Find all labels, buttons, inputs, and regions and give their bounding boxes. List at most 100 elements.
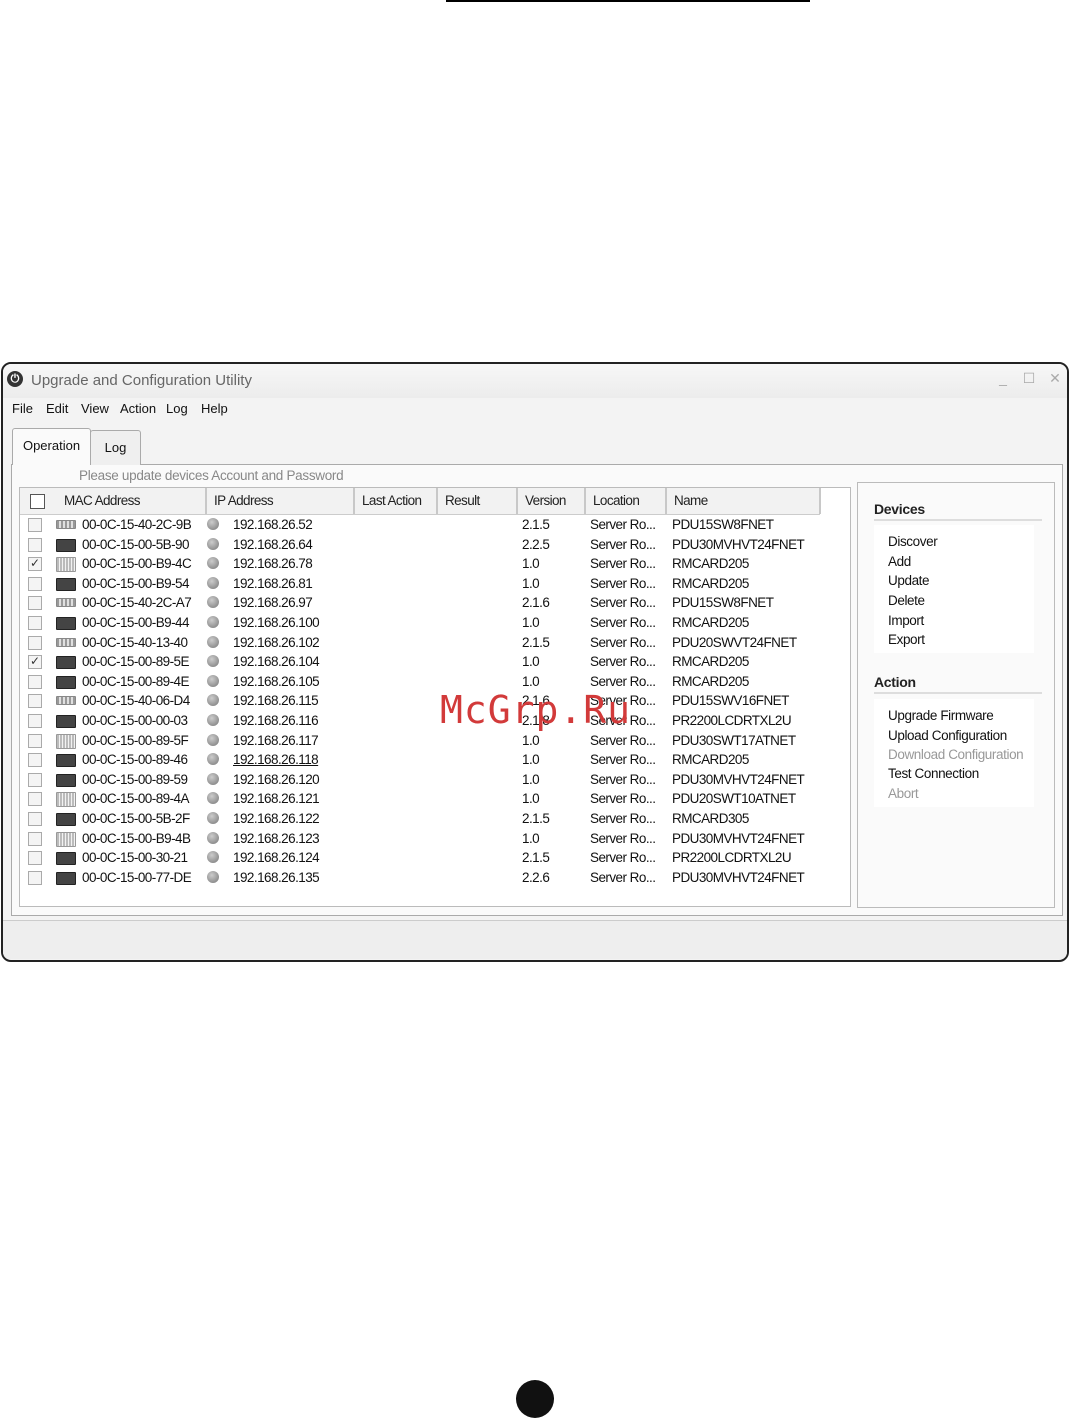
title-bar[interactable]: ⏻ Upgrade and Configuration Utility _ ☐ … xyxy=(3,364,1067,398)
row-checkbox[interactable] xyxy=(28,792,42,807)
export-link[interactable]: Export xyxy=(888,632,925,647)
name-cell: PDU30MVHVT24FNET xyxy=(672,536,805,552)
table-row[interactable]: 00-0C-15-40-13-40 192.168.26.102 2.1.5 Serv… xyxy=(20,634,850,654)
table-row[interactable]: 00-0C-15-40-2C-9B 192.168.26.52 2.1.5 Serve… xyxy=(20,516,850,536)
version-cell: 1.0 xyxy=(522,752,540,768)
name-cell: RMCARD205 xyxy=(672,615,749,630)
menu-edit[interactable]: Edit xyxy=(46,401,68,416)
row-checkbox[interactable] xyxy=(28,812,42,826)
table-row[interactable]: 00-0C-15-00-89-5F 192.168.26.117 1.0 Server… xyxy=(20,732,850,752)
row-checkbox[interactable] xyxy=(28,616,42,630)
col-version[interactable]: Version xyxy=(518,488,586,514)
row-checkbox[interactable] xyxy=(28,870,42,885)
maximize-icon[interactable]: ☐ xyxy=(1019,370,1039,387)
name-cell: PDU30MVHVT24FNET xyxy=(672,869,805,885)
col-location[interactable]: Location xyxy=(586,488,667,514)
tab-log[interactable]: Log xyxy=(90,430,141,465)
table-row[interactable]: 00-0C-15-00-00-03 192.168.26.116 2.1.8 Serv… xyxy=(20,712,850,732)
row-checkbox[interactable] xyxy=(28,635,42,650)
device-table: MAC Address IP Address Last Action Resul… xyxy=(19,487,851,907)
table-row[interactable]: 00-0C-15-00-89-46 192.168.26.118 1.0 Server… xyxy=(20,751,850,771)
row-checkbox[interactable] xyxy=(28,753,42,768)
row-checkbox[interactable] xyxy=(28,714,42,728)
row-checkbox[interactable] xyxy=(28,518,42,532)
mac-cell: 00-0C-15-00-77-DE xyxy=(82,869,192,885)
table-row[interactable]: 00-0C-15-00-30-21 192.168.26.124 2.1.5 Serv… xyxy=(20,849,850,869)
row-checkbox[interactable] xyxy=(28,596,42,611)
discover-link[interactable]: Discover xyxy=(888,534,938,549)
table-row[interactable]: ✓ 00-0C-15-00-B9-4C 192.168.26.78 1.0 Server… xyxy=(20,555,850,575)
ups-device-icon xyxy=(56,773,76,787)
row-checkbox[interactable]: ✓ xyxy=(28,557,42,572)
menu-file[interactable]: File xyxy=(12,401,33,416)
name-cell: RMCARD205 xyxy=(672,752,749,768)
network-card-icon xyxy=(56,557,76,573)
mac-cell: 00-0C-15-00-00-03 xyxy=(82,713,188,728)
mac-cell: 00-0C-15-00-89-5F xyxy=(82,732,189,748)
row-checkbox[interactable]: ✓ xyxy=(28,655,42,670)
import-link[interactable]: Import xyxy=(888,613,924,628)
table-row[interactable]: 00-0C-15-00-89-4A 192.168.26.121 1.0 Server… xyxy=(20,790,850,810)
name-cell: PDU20SWVT24FNET xyxy=(672,634,797,650)
add-link[interactable]: Add xyxy=(888,554,911,569)
version-cell: 1.0 xyxy=(522,556,540,572)
table-row[interactable]: 00-0C-15-00-B9-54 192.168.26.81 1.0 Server … xyxy=(20,575,850,595)
window-title: Upgrade and Configuration Utility xyxy=(31,372,252,389)
download-configuration-link[interactable]: Download Configuration xyxy=(888,747,1024,762)
upgrade-firmware-link[interactable]: Upgrade Firmware xyxy=(888,708,994,723)
delete-link[interactable]: Delete xyxy=(888,593,925,608)
pdu-device-icon xyxy=(56,696,76,706)
col-ip[interactable]: IP Address xyxy=(207,488,355,514)
minimize-icon[interactable]: _ xyxy=(993,370,1013,386)
location-cell: Server Ro... xyxy=(590,830,656,846)
row-checkbox[interactable] xyxy=(28,831,42,846)
ups-device-icon xyxy=(56,617,76,630)
row-checkbox[interactable] xyxy=(28,576,42,591)
location-cell: Server Ro... xyxy=(590,595,656,611)
test-connection-link[interactable]: Test Connection xyxy=(888,766,979,781)
ip-cell: 192.168.26.120 xyxy=(233,771,320,787)
app-window: ⏻ Upgrade and Configuration Utility _ ☐ … xyxy=(1,362,1069,962)
version-cell: 2.1.5 xyxy=(522,850,550,866)
table-row[interactable]: 00-0C-15-40-2C-A7 192.168.26.97 2.1.6 Serve… xyxy=(20,594,850,614)
row-checkbox[interactable] xyxy=(28,851,42,866)
menu-log[interactable]: Log xyxy=(166,401,188,416)
location-cell: Server Ro... xyxy=(590,517,656,532)
close-icon[interactable]: ✕ xyxy=(1045,370,1065,387)
row-checkbox[interactable] xyxy=(28,772,42,787)
account-notice[interactable]: Please update devices Account and Passwo… xyxy=(79,468,344,483)
table-row[interactable]: 00-0C-15-00-89-4E 192.168.26.105 1.0 Server… xyxy=(20,673,850,693)
table-row[interactable]: 00-0C-15-00-77-DE 192.168.26.135 2.2.6 Serv… xyxy=(20,869,850,889)
row-checkbox[interactable] xyxy=(28,674,42,689)
ups-device-icon xyxy=(56,577,76,591)
status-dot-icon xyxy=(207,674,219,687)
menu-view[interactable]: View xyxy=(81,401,109,416)
col-name[interactable]: Name xyxy=(667,488,821,514)
table-row[interactable]: 00-0C-15-00-B9-44 192.168.26.100 1.0 Server… xyxy=(20,614,850,634)
col-mac[interactable]: MAC Address xyxy=(57,488,207,514)
abort-link[interactable]: Abort xyxy=(888,786,919,801)
table-row[interactable]: 00-0C-15-00-B9-4B 192.168.26.123 1.0 Server… xyxy=(20,830,850,850)
menu-help[interactable]: Help xyxy=(201,401,228,416)
table-row[interactable]: 00-0C-15-00-5B-2F 192.168.26.122 2.1.5 Serv… xyxy=(20,810,850,830)
version-cell: 1.0 xyxy=(522,732,540,748)
mac-cell: 00-0C-15-40-2C-A7 xyxy=(82,595,192,611)
row-checkbox[interactable] xyxy=(28,694,42,709)
table-row[interactable]: ✓ 00-0C-15-00-89-5E 192.168.26.104 1.0 Serve… xyxy=(20,653,850,673)
status-dot-icon xyxy=(207,753,219,766)
row-checkbox[interactable] xyxy=(28,537,42,552)
ip-cell: 192.168.26.97 xyxy=(233,595,313,611)
table-row[interactable]: 00-0C-15-40-06-D4 192.168.26.115 2.1.6 Serv… xyxy=(20,692,850,712)
tab-operation[interactable]: Operation xyxy=(12,428,91,465)
col-result[interactable]: Result xyxy=(438,488,518,514)
ip-cell: 192.168.26.122 xyxy=(233,811,320,826)
menu-action[interactable]: Action xyxy=(120,401,156,416)
upload-configuration-link[interactable]: Upload Configuration xyxy=(888,728,1007,743)
update-link[interactable]: Update xyxy=(888,573,930,588)
select-all-checkbox[interactable] xyxy=(30,494,45,509)
table-row[interactable]: 00-0C-15-00-89-59 192.168.26.120 1.0 Server… xyxy=(20,771,850,791)
table-row[interactable]: 00-0C-15-00-5B-90 192.168.26.64 2.2.5 Serve… xyxy=(20,536,850,556)
name-cell: PDU20SWT10ATNET xyxy=(672,791,796,807)
col-last-action[interactable]: Last Action xyxy=(355,488,438,514)
row-checkbox[interactable] xyxy=(28,733,42,748)
